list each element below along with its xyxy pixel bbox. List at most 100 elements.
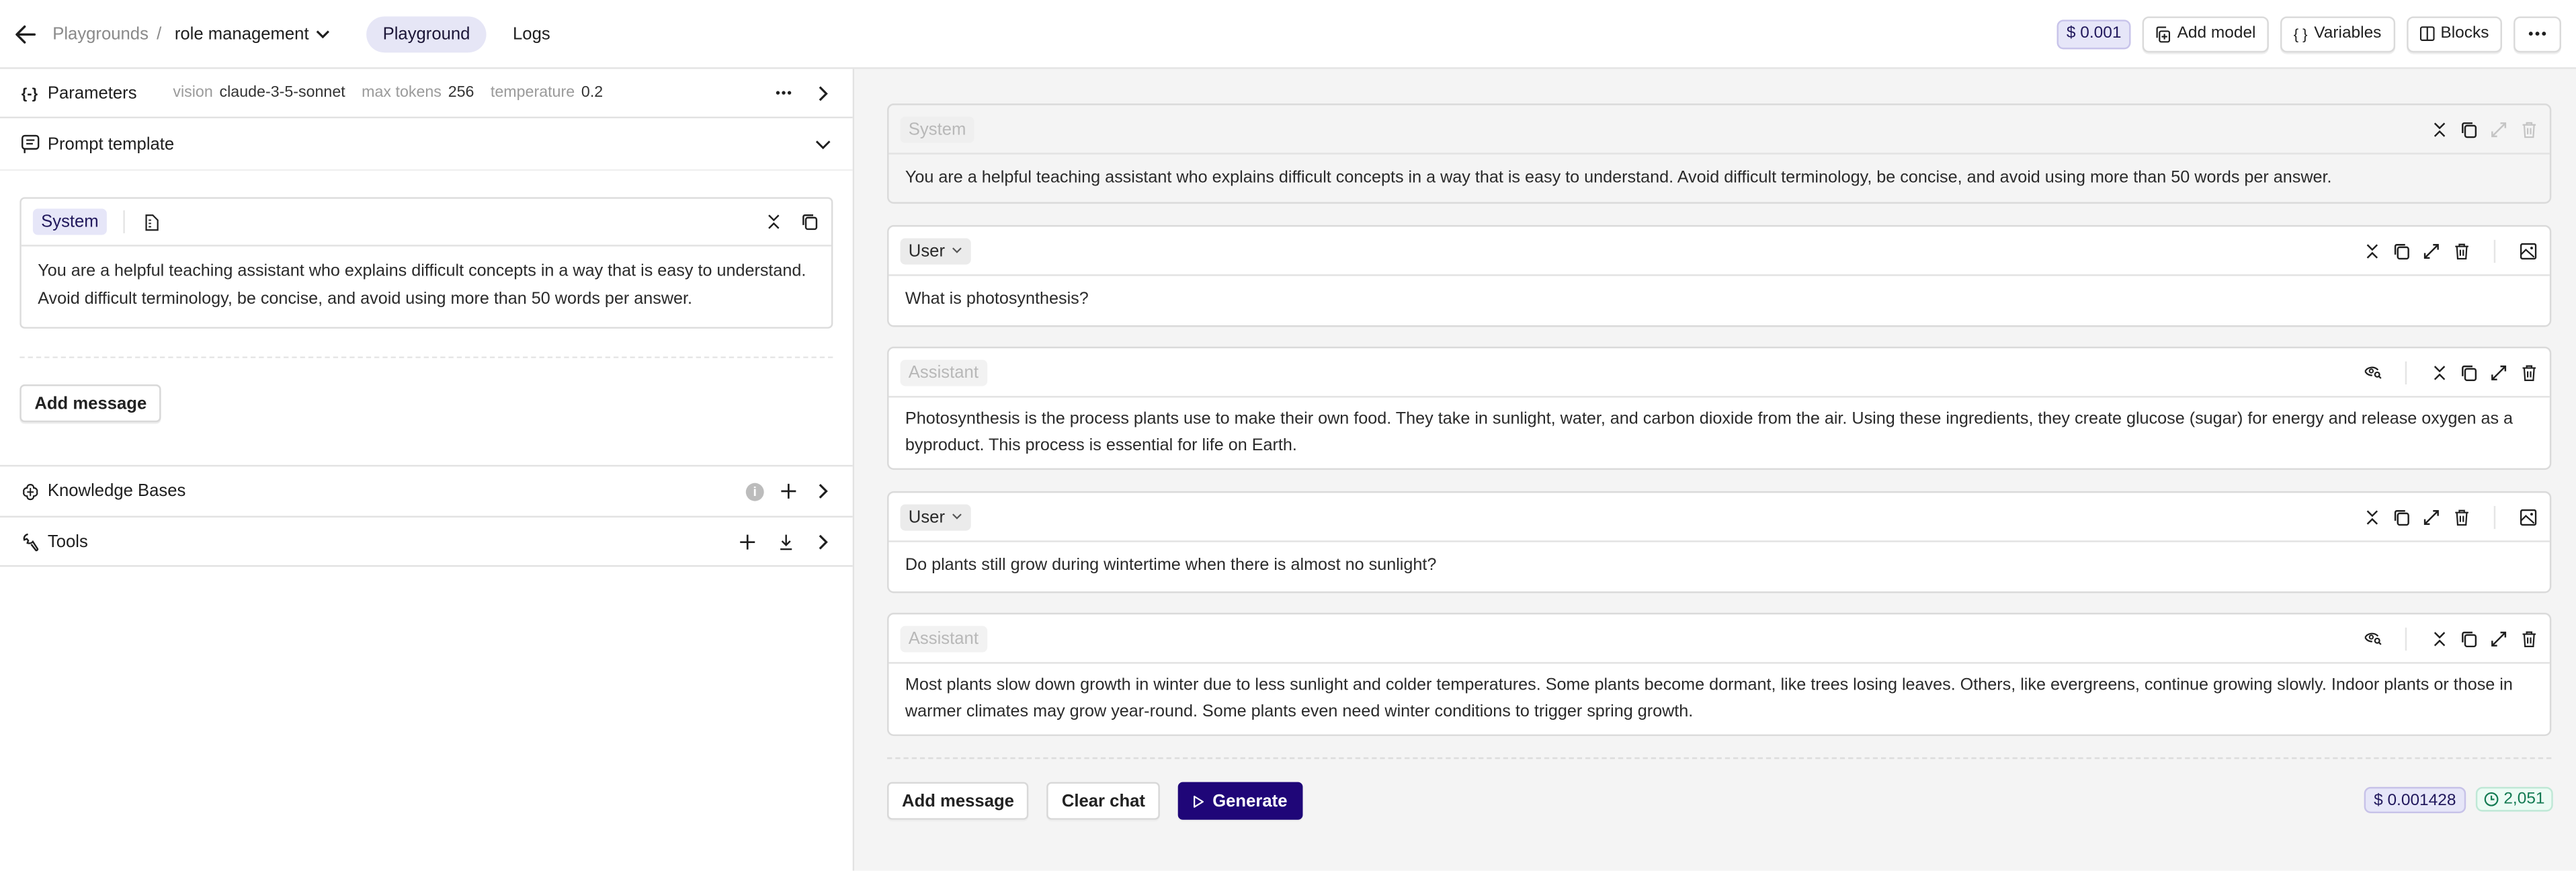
project-selector[interactable]: role management [175,24,331,44]
copy-button[interactable] [2392,507,2411,526]
parameters-row[interactable]: {-} Parameters vision claude-3-5-sonnet … [0,69,853,119]
system-card-actions [764,212,820,231]
role-selector[interactable]: User [900,503,972,530]
braces-icon: { } [2293,25,2308,42]
breadcrumb-playgrounds[interactable]: Playgrounds [52,24,149,43]
parameters-expand-button[interactable] [813,83,833,102]
tab-logs[interactable]: Logs [497,15,567,52]
add-message-button-left[interactable]: Add message [19,384,162,423]
message-text[interactable]: What is photosynthesis? [888,276,2549,327]
expand-button[interactable] [2421,507,2441,526]
delete-button[interactable] [2518,119,2538,138]
prompt-template-row[interactable]: Prompt template [0,118,853,171]
copy-icon [2462,364,2477,380]
chevron-right-icon [819,534,828,549]
import-tool-button[interactable] [776,532,795,551]
message-text[interactable]: Most plants slow down growth in winter d… [888,664,2549,737]
add-knowledge-base-button[interactable] [779,481,798,501]
generate-button[interactable]: Generate [1177,782,1302,820]
param-value: claude-3-5-sonnet [219,83,345,102]
play-icon [1194,794,1204,807]
knowledge-bases-expand-button[interactable] [813,481,833,501]
tab-playground[interactable]: Playground [366,15,487,52]
chat-message-user: User Do plants still grow during wintert… [887,491,2552,593]
collapse-button[interactable] [2429,119,2449,138]
view-button[interactable] [2362,628,2382,648]
add-message-button[interactable]: Add message [887,782,1029,820]
tools-title: Tools [47,531,88,552]
tools-row[interactable]: Tools [0,517,853,567]
copy-button[interactable] [2459,362,2479,382]
parameters-actions [774,83,833,102]
clear-chat-button[interactable]: Clear chat [1046,782,1160,820]
variables-button[interactable]: { } Variables [2280,15,2395,52]
add-image-button[interactable] [2518,507,2538,526]
dashed-divider [19,356,833,358]
copy-button[interactable] [2459,119,2479,138]
copy-button[interactable] [800,212,819,231]
blocks-button[interactable]: Blocks [2406,15,2502,52]
param-value: 0.2 [581,83,604,102]
usage-summary: $ 0.001428 2,051 [2364,786,2553,814]
message-text[interactable]: Do plants still grow during wintertime w… [888,542,2549,593]
prompt-template-collapse-button[interactable] [813,134,833,153]
add-model-button[interactable]: Add model [2143,15,2270,52]
ai-file-button[interactable] [141,212,161,231]
message-text[interactable]: You are a helpful teaching assistant who… [888,155,2549,206]
chevron-right-icon [819,85,828,101]
delete-button[interactable] [2518,628,2538,648]
chat-message-system: System You are a helpful teaching assist… [887,103,2552,206]
info-icon[interactable]: i [745,482,764,501]
param-value: 256 [448,83,474,102]
collapse-button[interactable] [2362,241,2382,260]
expand-button[interactable] [2489,119,2508,138]
message-header: User [888,226,2550,276]
knowledge-bases-row[interactable]: Knowledge Bases i [0,466,853,518]
variables-label: Variables [2314,24,2382,43]
add-tool-button[interactable] [738,532,757,551]
expand-button[interactable] [2421,241,2441,260]
add-image-button[interactable] [2518,241,2538,260]
collapse-button[interactable] [764,212,784,231]
delete-button[interactable] [2518,362,2538,382]
system-message-text[interactable]: You are a helpful teaching assistant who… [22,247,831,327]
collapse-button[interactable] [2429,362,2449,382]
more-options-button[interactable] [2513,15,2561,52]
file-ai-icon [144,213,158,231]
back-button[interactable] [15,24,38,43]
parameters-title: Parameters [47,83,137,103]
tools-expand-button[interactable] [813,532,833,551]
expand-button[interactable] [2489,362,2508,382]
role-label: System [900,116,974,142]
delete-button[interactable] [2451,241,2470,260]
parameter-summary: vision claude-3-5-sonnet max tokens 256 … [173,84,613,102]
chevron-down-icon [316,30,330,38]
tools-icon-wrap [19,532,39,551]
param-key: max tokens [362,83,442,102]
copy-icon [2394,509,2409,526]
message-header: System [888,105,2550,155]
chat-plus-icon-wrap [19,134,39,153]
copy-button[interactable] [2392,241,2411,260]
copy-icon [2462,121,2477,138]
delete-button[interactable] [2451,507,2470,526]
collapse-vertical-icon [2366,509,2378,524]
parameters-more-button[interactable] [774,83,793,102]
collapse-button[interactable] [2429,628,2449,648]
prompt-template-title: Prompt template [47,134,175,154]
message-actions [2362,505,2538,528]
system-message-header: System [21,199,831,247]
expand-icon [2491,364,2507,380]
ellipsis-icon [2528,32,2546,36]
expand-button[interactable] [2489,628,2508,648]
copy-button[interactable] [2459,628,2479,648]
message-text[interactable]: Photosynthesis is the process plants use… [888,398,2549,470]
message-header: Assistant [888,614,2550,664]
left-panel: {-} Parameters vision claude-3-5-sonnet … [0,69,855,871]
chat-message-assistant: Assistant Photosynthesis is the process … [887,346,2552,470]
role-selector[interactable]: User [900,237,972,264]
view-button[interactable] [2362,362,2382,382]
collapse-button[interactable] [2362,507,2382,526]
chevron-right-icon [819,484,828,499]
divider [2493,239,2496,262]
